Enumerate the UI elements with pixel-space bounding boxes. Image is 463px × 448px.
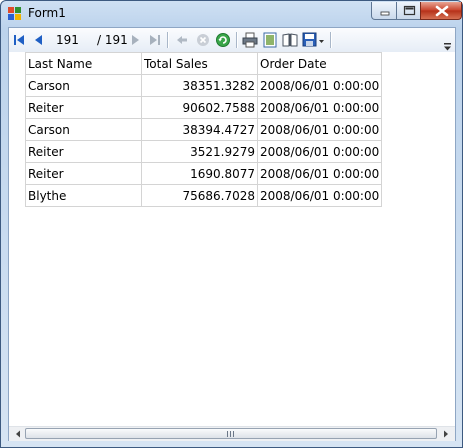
- form-window: Form1 / 191: [0, 0, 463, 448]
- first-page-icon[interactable]: [11, 32, 27, 48]
- table-row: Reiter 3521.9279 2008/06/01 0:00:00: [25, 140, 383, 163]
- maximize-button[interactable]: [396, 2, 421, 20]
- column-header-order-date: Order Date: [256, 52, 383, 75]
- cell-last-name: Reiter: [25, 162, 142, 185]
- minimize-button[interactable]: [371, 2, 397, 20]
- cell-total-sales: 75686.7028: [141, 184, 258, 207]
- cell-order-date: 2008/06/01 0:00:00: [256, 74, 383, 97]
- back-icon[interactable]: [174, 32, 190, 48]
- toolbar-overflow-icon[interactable]: [444, 41, 452, 51]
- cell-order-date: 2008/06/01 0:00:00: [256, 140, 383, 163]
- app-icon: [8, 7, 22, 21]
- report-page: Last Name Total Sales Order Date Carson …: [9, 52, 455, 426]
- export-icon[interactable]: [302, 32, 326, 48]
- report-viewer: / 191: [8, 27, 456, 441]
- toolbar-separator: [167, 32, 168, 48]
- title-bar[interactable]: Form1: [1, 1, 462, 27]
- cell-total-sales: 38394.4727: [141, 118, 258, 141]
- print-layout-icon[interactable]: [262, 32, 278, 48]
- table-row: Reiter 90602.7588 2008/06/01 0:00:00: [25, 96, 383, 119]
- cell-last-name: Reiter: [25, 96, 142, 119]
- horizontal-scrollbar[interactable]: [9, 426, 455, 441]
- cell-last-name: Carson: [25, 118, 142, 141]
- stop-icon[interactable]: [195, 32, 211, 48]
- table-row: Carson 38394.4727 2008/06/01 0:00:00: [25, 118, 383, 141]
- page-number-input[interactable]: [54, 31, 94, 48]
- cell-order-date: 2008/06/01 0:00:00: [256, 118, 383, 141]
- table-row: Blythe 75686.7028 2008/06/01 0:00:00: [25, 184, 383, 207]
- cell-last-name: Reiter: [25, 140, 142, 163]
- previous-page-icon[interactable]: [31, 32, 47, 48]
- table-row: Reiter 1690.8077 2008/06/01 0:00:00: [25, 162, 383, 185]
- cell-last-name: Blythe: [25, 184, 142, 207]
- cell-order-date: 2008/06/01 0:00:00: [256, 184, 383, 207]
- cell-total-sales: 3521.9279: [141, 140, 258, 163]
- cell-order-date: 2008/06/01 0:00:00: [256, 162, 383, 185]
- column-header-total-sales: Total Sales: [141, 52, 258, 75]
- cell-total-sales: 1690.8077: [141, 162, 258, 185]
- window-title: Form1: [28, 6, 66, 20]
- cell-order-date: 2008/06/01 0:00:00: [256, 96, 383, 119]
- report-toolbar: / 191: [9, 28, 455, 53]
- scrollbar-thumb[interactable]: [25, 428, 437, 439]
- toolbar-separator: [330, 32, 331, 48]
- toolbar-separator: [236, 32, 237, 48]
- column-header-last-name: Last Name: [25, 52, 142, 75]
- table-header-row: Last Name Total Sales Order Date: [25, 52, 383, 75]
- last-page-icon[interactable]: [147, 32, 163, 48]
- report-table: Last Name Total Sales Order Date Carson …: [25, 52, 383, 207]
- page-setup-icon[interactable]: [282, 32, 298, 48]
- next-page-icon[interactable]: [127, 32, 143, 48]
- cell-total-sales: 38351.3282: [141, 74, 258, 97]
- scroll-right-icon[interactable]: [439, 427, 453, 441]
- cell-total-sales: 90602.7588: [141, 96, 258, 119]
- scroll-left-icon[interactable]: [11, 427, 25, 441]
- page-count-label: / 191: [97, 33, 128, 47]
- table-row: Carson 38351.3282 2008/06/01 0:00:00: [25, 74, 383, 97]
- refresh-icon[interactable]: [215, 32, 231, 48]
- close-button[interactable]: [420, 2, 462, 20]
- cell-last-name: Carson: [25, 74, 142, 97]
- print-icon[interactable]: [242, 32, 258, 48]
